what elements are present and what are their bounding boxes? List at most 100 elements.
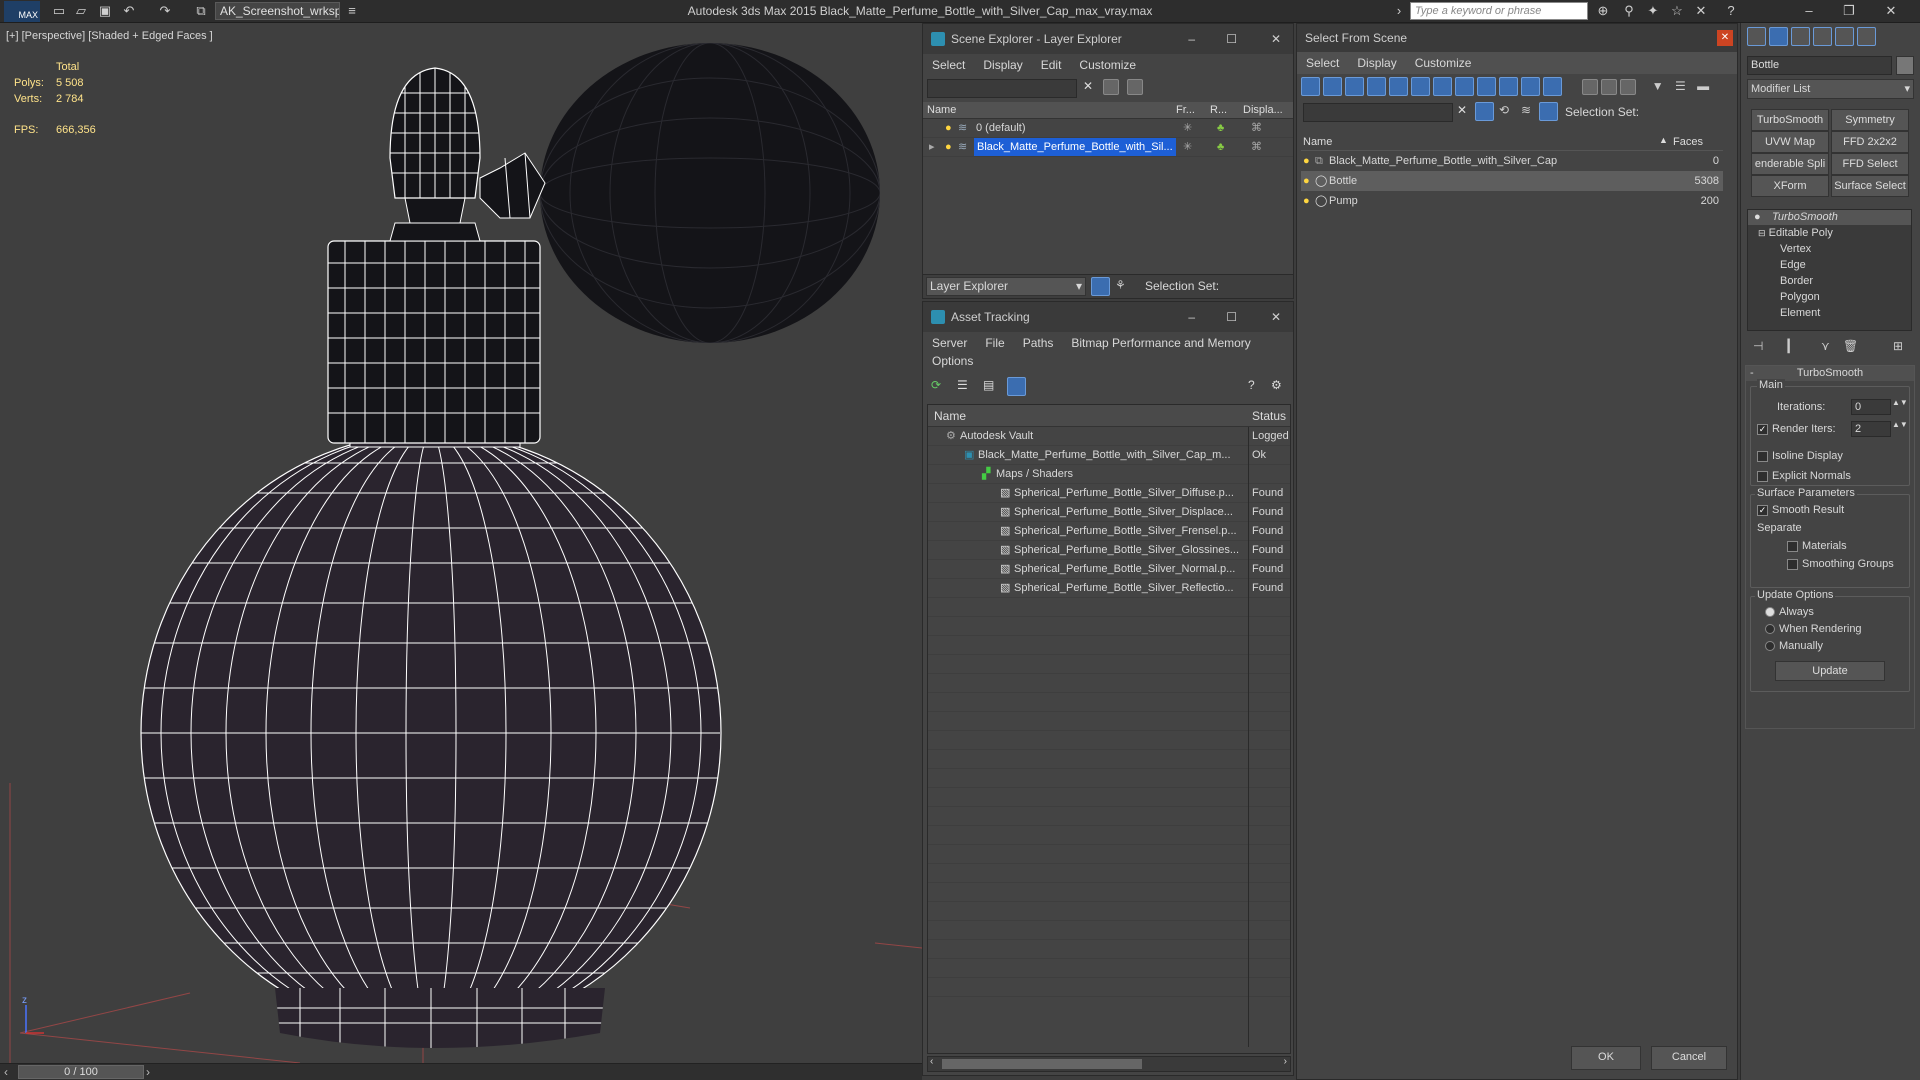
stack-subobject-element[interactable]: Element [1748,305,1911,321]
always-radio[interactable] [1765,607,1775,618]
collapse-icon[interactable]: - [1750,366,1754,381]
perspective-viewport[interactable]: [+] [Perspective] [Shaded + Edged Faces … [0,23,922,1063]
select-from-scene-titlebar[interactable]: Select From Scene ✕ [1297,24,1737,52]
manually-row[interactable]: Manually [1765,640,1823,652]
layers-icon[interactable]: ≋ [1521,103,1531,117]
make-unique-icon[interactable]: ⋎ [1821,339,1830,353]
object-row[interactable]: ● ◯ Pump 200 [1301,191,1723,211]
menu-server[interactable]: Server [923,332,976,354]
col-freeze[interactable]: Fr... [1176,104,1195,116]
menu-edit[interactable]: Edit [1032,54,1071,76]
keyword-search-input[interactable]: Type a keyword or phrase [1410,2,1588,20]
hierarchy-icon[interactable] [1539,102,1558,121]
menu-display[interactable]: Display [1348,52,1405,74]
asset-row[interactable]: ▞ Maps / Shaders [928,465,1290,484]
scroll-left-icon[interactable]: ‹ [930,1056,933,1067]
infocenter-arrow-icon[interactable]: › [1390,2,1408,20]
object-search-input[interactable] [1303,103,1453,122]
smoothing-groups-row[interactable]: Smoothing Groups [1787,558,1894,570]
stack-item-editable-poly[interactable]: ⊟ Editable Poly [1748,225,1911,241]
always-row[interactable]: Always [1765,606,1814,618]
ok-button[interactable]: OK [1571,1046,1641,1070]
bottle-finial[interactable] [385,63,546,242]
lightbulb-icon[interactable]: ● [945,138,952,156]
clear-search-icon[interactable]: ✕ [1083,79,1093,93]
object-color-swatch[interactable] [1896,56,1914,75]
prev-frame-icon[interactable]: ‹ [4,1065,8,1079]
new-file-icon[interactable]: ▭ [50,2,68,20]
col-name[interactable]: Name [934,409,966,423]
col-faces[interactable]: Faces [1673,136,1703,148]
maximize-icon[interactable]: ☐ [1226,24,1237,54]
clear-search-icon[interactable]: ✕ [1457,103,1467,117]
lightbulb-icon[interactable]: ● [945,119,952,137]
collapse-box-icon[interactable]: ⊟ [1758,228,1766,238]
minimize-window-icon[interactable]: – [1800,2,1818,20]
undo-icon[interactable]: ↶ [120,2,138,20]
frame-counter[interactable]: 0 / 100 [18,1065,144,1079]
explicit-normals-row[interactable]: Explicit Normals [1757,470,1851,482]
filter-hidden-icon[interactable] [1543,77,1562,96]
help-icon[interactable]: ? [1722,2,1740,20]
display-icon[interactable]: ⌘ [1251,138,1262,156]
object-row[interactable]: ● ⧉ Black_Matte_Perfume_Bottle_with_Silv… [1301,151,1723,171]
pin-stack-icon[interactable]: ⊣ [1753,339,1763,353]
iterations-spinner[interactable]: 0 [1851,399,1891,415]
menu-select[interactable]: Select [923,54,974,76]
isoline-display-checkbox[interactable] [1757,450,1768,462]
menu-paths[interactable]: Paths [1014,332,1063,354]
ffd-2x2x2-button[interactable]: FFD 2x2x2 [1831,131,1909,153]
renderable-spline-button[interactable]: enderable Spli [1751,153,1829,175]
find-icon[interactable] [1103,79,1119,95]
close-icon[interactable]: ✕ [1717,30,1733,46]
expand-arrow-icon[interactable]: ▸ [929,138,935,156]
subscription-icon[interactable]: ✦ [1644,2,1662,20]
freeze-icon[interactable]: ✳ [1183,119,1192,137]
freeze-icon[interactable]: ✳ [1183,138,1192,156]
render-iters-checkbox[interactable]: ✓ [1757,423,1768,435]
scene-explorer-titlebar[interactable]: Scene Explorer - Layer Explorer – ☐ ✕ [923,24,1293,54]
stack-subobject-polygon[interactable]: Polygon [1748,289,1911,305]
render-teapot-icon[interactable]: ♣ [1217,138,1224,156]
lightbulb-icon[interactable]: ● [1754,210,1761,225]
materials-row[interactable]: Materials [1787,540,1847,552]
spinner-arrows-icon[interactable]: ▲▼ [1892,398,1908,407]
stack-item-turbosmooth[interactable]: ● TurboSmooth [1748,210,1911,225]
layers-icon[interactable] [1127,79,1143,95]
minimize-icon[interactable]: – [1188,24,1195,54]
select-all-icon[interactable] [1581,78,1598,95]
find-case-icon[interactable] [1475,102,1494,121]
list-view-icon[interactable]: ☰ [957,378,968,392]
layer-row[interactable]: ● ≋ 0 (default) ✳ ♣ ⌘ [923,119,1293,138]
explicit-normals-checkbox[interactable] [1757,470,1768,482]
sort-arrow-icon[interactable]: ▲ [1659,135,1668,145]
key-icon[interactable]: ⚲ [1620,2,1638,20]
time-slider[interactable]: ‹ 0 / 100 › [0,1063,922,1080]
stack-subobject-edge[interactable]: Edge [1748,257,1911,273]
update-button[interactable]: Update [1775,661,1885,681]
close-window-icon[interactable]: ✕ [1882,2,1900,20]
menu-options[interactable]: Options [923,354,982,372]
asset-row[interactable]: ▧ Spherical_Perfume_Bottle_Silver_Normal.… [928,560,1290,579]
filter-spacewarps-icon[interactable] [1411,77,1430,96]
utilities-tab-icon[interactable] [1857,27,1876,46]
asset-row[interactable]: ▧ Spherical_Perfume_Bottle_Silver_Reflect… [928,579,1290,598]
modify-tab-icon[interactable] [1769,27,1788,46]
table-view-icon[interactable] [1007,377,1026,396]
col-display[interactable]: Displa... [1243,104,1283,116]
horizontal-scrollbar[interactable]: ‹ › [927,1056,1291,1072]
filter-shapes-icon[interactable] [1323,77,1342,96]
maximize-icon[interactable]: ☐ [1226,302,1237,332]
bottle-body[interactable] [140,432,722,1034]
configure-sets-icon[interactable]: ⊞ [1893,339,1903,353]
turbosmooth-button[interactable]: TurboSmooth [1751,109,1829,131]
render-iters-row[interactable]: ✓ Render Iters: [1757,423,1836,435]
filter-cameras-icon[interactable] [1367,77,1386,96]
scene-search-input[interactable] [927,79,1077,98]
show-end-result-icon[interactable]: ┃ [1785,339,1792,353]
hierarchy-icon[interactable]: ⚘ [1115,278,1126,292]
refresh-icon[interactable]: ⟳ [931,378,941,392]
asset-row[interactable]: ⚙ Autodesk Vault Logged [928,427,1290,446]
favorites-star-icon[interactable]: ☆ [1668,2,1686,20]
object-name-field[interactable]: Bottle [1747,56,1892,75]
